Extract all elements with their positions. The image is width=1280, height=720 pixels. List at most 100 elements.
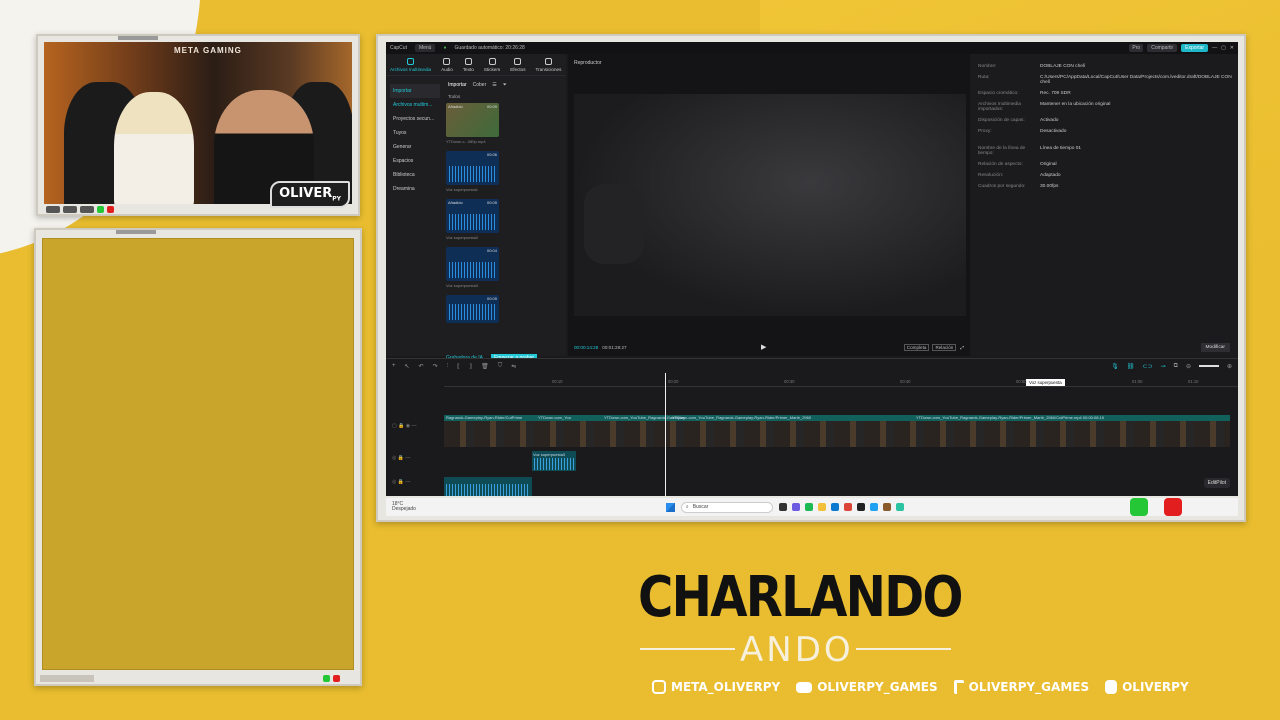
media-clip[interactable]: 00:04 Voz superpuesta3: [446, 247, 499, 288]
microphone-icon[interactable]: 🎙: [1111, 363, 1119, 370]
project-properties: Nombre: DOBLAJE CON chelí Ruta: C:/Users/P…: [972, 54, 1238, 356]
oliver-logo-badge: OLIVERPY: [270, 181, 350, 208]
search-icon: ⌕: [685, 504, 689, 510]
sidenav-item-media-files[interactable]: Archivos multim...: [390, 98, 440, 112]
cover-button[interactable]: Cober: [473, 82, 487, 88]
select-icon[interactable]: ↖: [405, 363, 410, 370]
app-icon[interactable]: [804, 503, 813, 511]
audio-track-controls[interactable]: ◎ 🔒 —: [392, 479, 410, 485]
media-clip[interactable]: Añadido 00:09 YTDown.c...080p.mp4: [446, 103, 499, 144]
link-icon[interactable]: ⛓: [1127, 363, 1135, 370]
tab-effects[interactable]: Efectos: [510, 58, 526, 72]
trim-left-icon[interactable]: ⟦: [457, 363, 460, 370]
screen-share-frame: CapCut Menú ● Guardado automático: 20:26…: [376, 34, 1246, 522]
waveform: [449, 262, 496, 278]
taskbar-search[interactable]: ⌕ Buscar: [680, 501, 773, 513]
trim-right-icon[interactable]: ⟧: [469, 363, 472, 370]
sidenav-item-yours[interactable]: Tuyos: [390, 126, 440, 140]
sidenav-item-import[interactable]: Importar: [390, 84, 440, 98]
sidenav-item-library[interactable]: Biblioteca: [390, 168, 440, 182]
play-icon[interactable]: ▶: [761, 343, 766, 351]
import-button[interactable]: Importar: [448, 82, 467, 88]
timeline-panel: + ↖ ↶ ↷ ⫶ ⟦ ⟧ 🗑 ⛉ ⇋ 🎙 ⛓ ⊂⊃ ⊸ ⧉ ⊖ ⊕ Voz s…: [386, 358, 1238, 496]
waveform: [449, 166, 496, 182]
media-clip[interactable]: 00:06 Voz superpuesta1: [446, 151, 499, 192]
sidenav-item-generate[interactable]: Generar: [390, 140, 440, 154]
fullscreen-mode-button[interactable]: Completa: [903, 343, 930, 351]
app-icon[interactable]: [778, 503, 787, 511]
zoom-in-icon[interactable]: ⊕: [1227, 363, 1232, 370]
mirror-icon[interactable]: ⇋: [511, 363, 516, 370]
menu-button[interactable]: Menú: [414, 44, 436, 52]
snap-icon[interactable]: ⊸: [1161, 363, 1166, 370]
timeline-ruler[interactable]: 00:10 00:20 00:30 00:40 00:50 01:00 01:1…: [444, 379, 1238, 387]
video-preview[interactable]: [574, 94, 966, 316]
share-button[interactable]: Compartir: [1147, 44, 1178, 52]
aspect-ratio-button[interactable]: Relación: [932, 343, 957, 351]
export-button[interactable]: Exportar: [1181, 44, 1209, 52]
windows-start-icon[interactable]: [665, 502, 675, 512]
tab-text[interactable]: Texto: [463, 58, 474, 72]
frame-top-slot: [118, 36, 158, 40]
current-timecode: 00:00:14:28: [574, 344, 599, 350]
filter-icon[interactable]: ⏷: [503, 82, 507, 88]
app-icon[interactable]: [882, 503, 891, 511]
tab-media[interactable]: Archivos multimedia: [390, 58, 431, 72]
title-bar: CapCut Menú ● Guardado automático: 20:26…: [386, 42, 1238, 54]
timeline-toolbar: + ↖ ↶ ↷ ⫶ ⟦ ⟧ 🗑 ⛉ ⇋ 🎙 ⛓ ⊂⊃ ⊸ ⧉ ⊖ ⊕: [386, 359, 1238, 373]
chrome-icon[interactable]: [843, 503, 852, 511]
sort-icon[interactable]: ☰: [492, 82, 496, 88]
modify-button[interactable]: Modificar: [1200, 343, 1230, 352]
playhead[interactable]: [665, 373, 666, 496]
audio-clip[interactable]: [444, 477, 532, 496]
close-icon[interactable]: ✕: [1230, 45, 1234, 51]
video-track-controls[interactable]: ▢ 🔒 ◉ —: [392, 423, 416, 429]
app-icon[interactable]: [869, 503, 878, 511]
redo-icon[interactable]: ↷: [433, 363, 438, 370]
webcam-frame: META GAMING OLIVERPY: [36, 34, 360, 216]
split-icon[interactable]: ⫶: [447, 363, 449, 370]
zoom-slider[interactable]: [1198, 365, 1219, 367]
audio-icon: [443, 58, 451, 65]
weather-widget[interactable]: 18°C Despejado: [392, 502, 416, 512]
property-row: Nombre: DOBLAJE CON chelí: [978, 64, 1086, 69]
pro-button[interactable]: Pro: [1129, 44, 1144, 52]
undo-icon[interactable]: ↶: [419, 363, 424, 370]
video-player: Reproductor 00:00:14:28 00:01:28:27 ▶ Co…: [568, 54, 970, 356]
text-icon: [464, 58, 472, 65]
media-clip[interactable]: 00:05: [446, 295, 499, 323]
waveform: [449, 214, 496, 230]
audio-clip[interactable]: Voz superpuesta3: [532, 451, 576, 471]
sidenav-item-spaces[interactable]: Espacios: [390, 154, 440, 168]
folder-icon[interactable]: [817, 503, 826, 511]
capcut-icon[interactable]: [856, 503, 865, 511]
app-icon[interactable]: [791, 503, 800, 511]
magnet-icon[interactable]: ⊂⊃: [1143, 363, 1153, 370]
media-clip[interactable]: Añadido 00:05 Voz superpuesta2: [446, 199, 499, 240]
tab-stickers[interactable]: Stickers: [484, 58, 500, 72]
tab-audio[interactable]: Audio: [441, 58, 453, 72]
video-track[interactable]: Ragnarok-Gameplay-Ryan-Rider/CutPrime YT…: [444, 415, 1230, 447]
editpilot-button[interactable]: EditPilot: [1203, 478, 1230, 488]
app-icon[interactable]: [830, 503, 839, 511]
zoom-out-icon[interactable]: ⊖: [1186, 363, 1191, 370]
social-youtube: OLIVERPY_GAMES: [796, 680, 938, 694]
delete-icon[interactable]: 🗑: [481, 363, 489, 370]
tab-transitions[interactable]: Transiciones: [536, 58, 561, 72]
brand-title: CHARLANDO: [638, 565, 963, 630]
chat-area: [42, 238, 354, 670]
expand-icon[interactable]: ⤢: [960, 345, 964, 350]
add-icon[interactable]: +: [392, 363, 396, 369]
status-dot-green: [323, 675, 330, 682]
social-kick: OLIVERPY: [1105, 680, 1189, 694]
app-icon[interactable]: [895, 503, 904, 511]
maximize-icon[interactable]: ▢: [1221, 45, 1226, 51]
minimize-icon[interactable]: —: [1212, 45, 1217, 51]
preview-icon[interactable]: ⧉: [1174, 363, 1178, 370]
sidenav-item-dreamina[interactable]: Dreamina: [390, 182, 440, 196]
shield-icon[interactable]: ⛉: [498, 363, 503, 370]
filter-all[interactable]: Todos: [448, 94, 560, 99]
property-row: Ruta: C:/Users/PC/AppData/Local/CapCut/Us…: [978, 75, 1232, 85]
audio-track-controls[interactable]: ◎ 🔒 —: [392, 455, 410, 461]
sidenav-item-secondary-projects[interactable]: Proyectos secun...: [390, 112, 440, 126]
